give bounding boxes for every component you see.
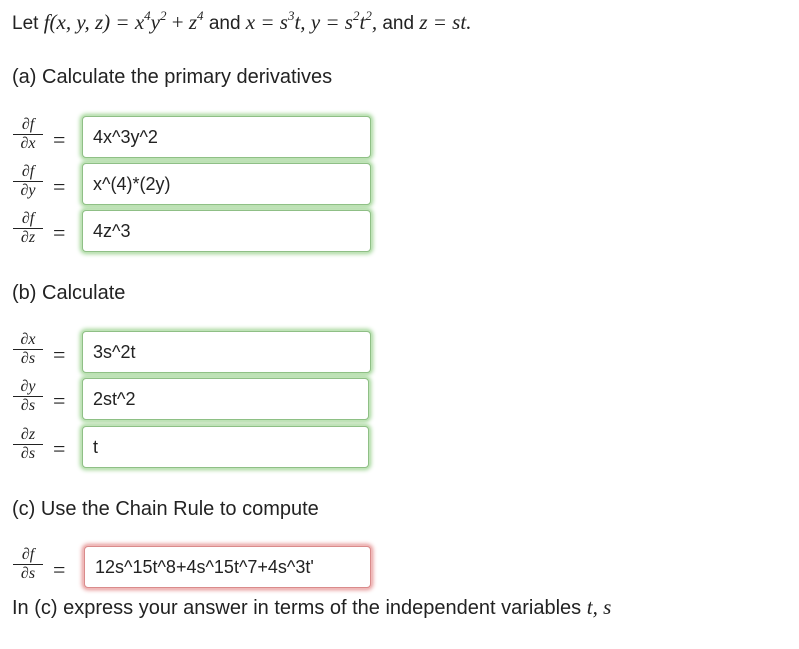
equals-sign: = [53,342,66,367]
equals-sign: = [53,388,66,413]
equals-sign: = [53,174,66,199]
partial-f-s: ∂f ∂s [12,547,44,582]
part-a-heading: (a) Calculate the primary derivatives [12,66,333,88]
problem-statement: Let f(x, y, z) = x4y2 + z4 and x = s3t, … [12,8,472,36]
function-definition: f(x, y, z) = x4y2 + z4 [43,8,204,34]
partial-f-y: ∂f ∂y [12,164,44,199]
answer-dx-ds[interactable]: 3s^2t [82,331,371,373]
part-c-note: In (c) express your answer in terms of t… [12,595,612,619]
answer-dz-ds[interactable]: t [82,426,369,468]
independent-variables: t, s [586,595,612,619]
answer-df-ds[interactable]: 12s^15t^8+4s^15t^7+4s^3t' [84,546,371,588]
equals-sign: = [53,436,66,461]
partial-y-s: ∂y ∂s [12,379,44,414]
answer-df-dy[interactable]: x^(4)*(2y) [82,163,371,205]
partial-f-z: ∂f ∂z [12,211,44,246]
conjunction-and-2: and [382,13,415,34]
answer-df-dx[interactable]: 4x^3y^2 [82,116,371,158]
conjunction-and: and [208,13,241,34]
answer-df-dz[interactable]: 4z^3 [82,210,371,252]
equals-sign: = [53,557,66,582]
equals-sign: = [53,220,66,245]
partial-x-s: ∂x ∂s [12,332,44,367]
answer-dy-ds[interactable]: 2st^2 [82,378,369,420]
z-definition: z = st. [419,10,472,34]
partial-f-x: ∂f ∂x [12,117,44,152]
part-b-heading: (b) Calculate [12,282,126,304]
part-c-heading: (c) Use the Chain Rule to compute [12,498,319,520]
x-definition: x = s3t, y = s2t2, [245,8,378,34]
equals-sign: = [53,127,66,152]
partial-z-s: ∂z ∂s [12,427,44,462]
lead-word: Let [12,13,39,34]
